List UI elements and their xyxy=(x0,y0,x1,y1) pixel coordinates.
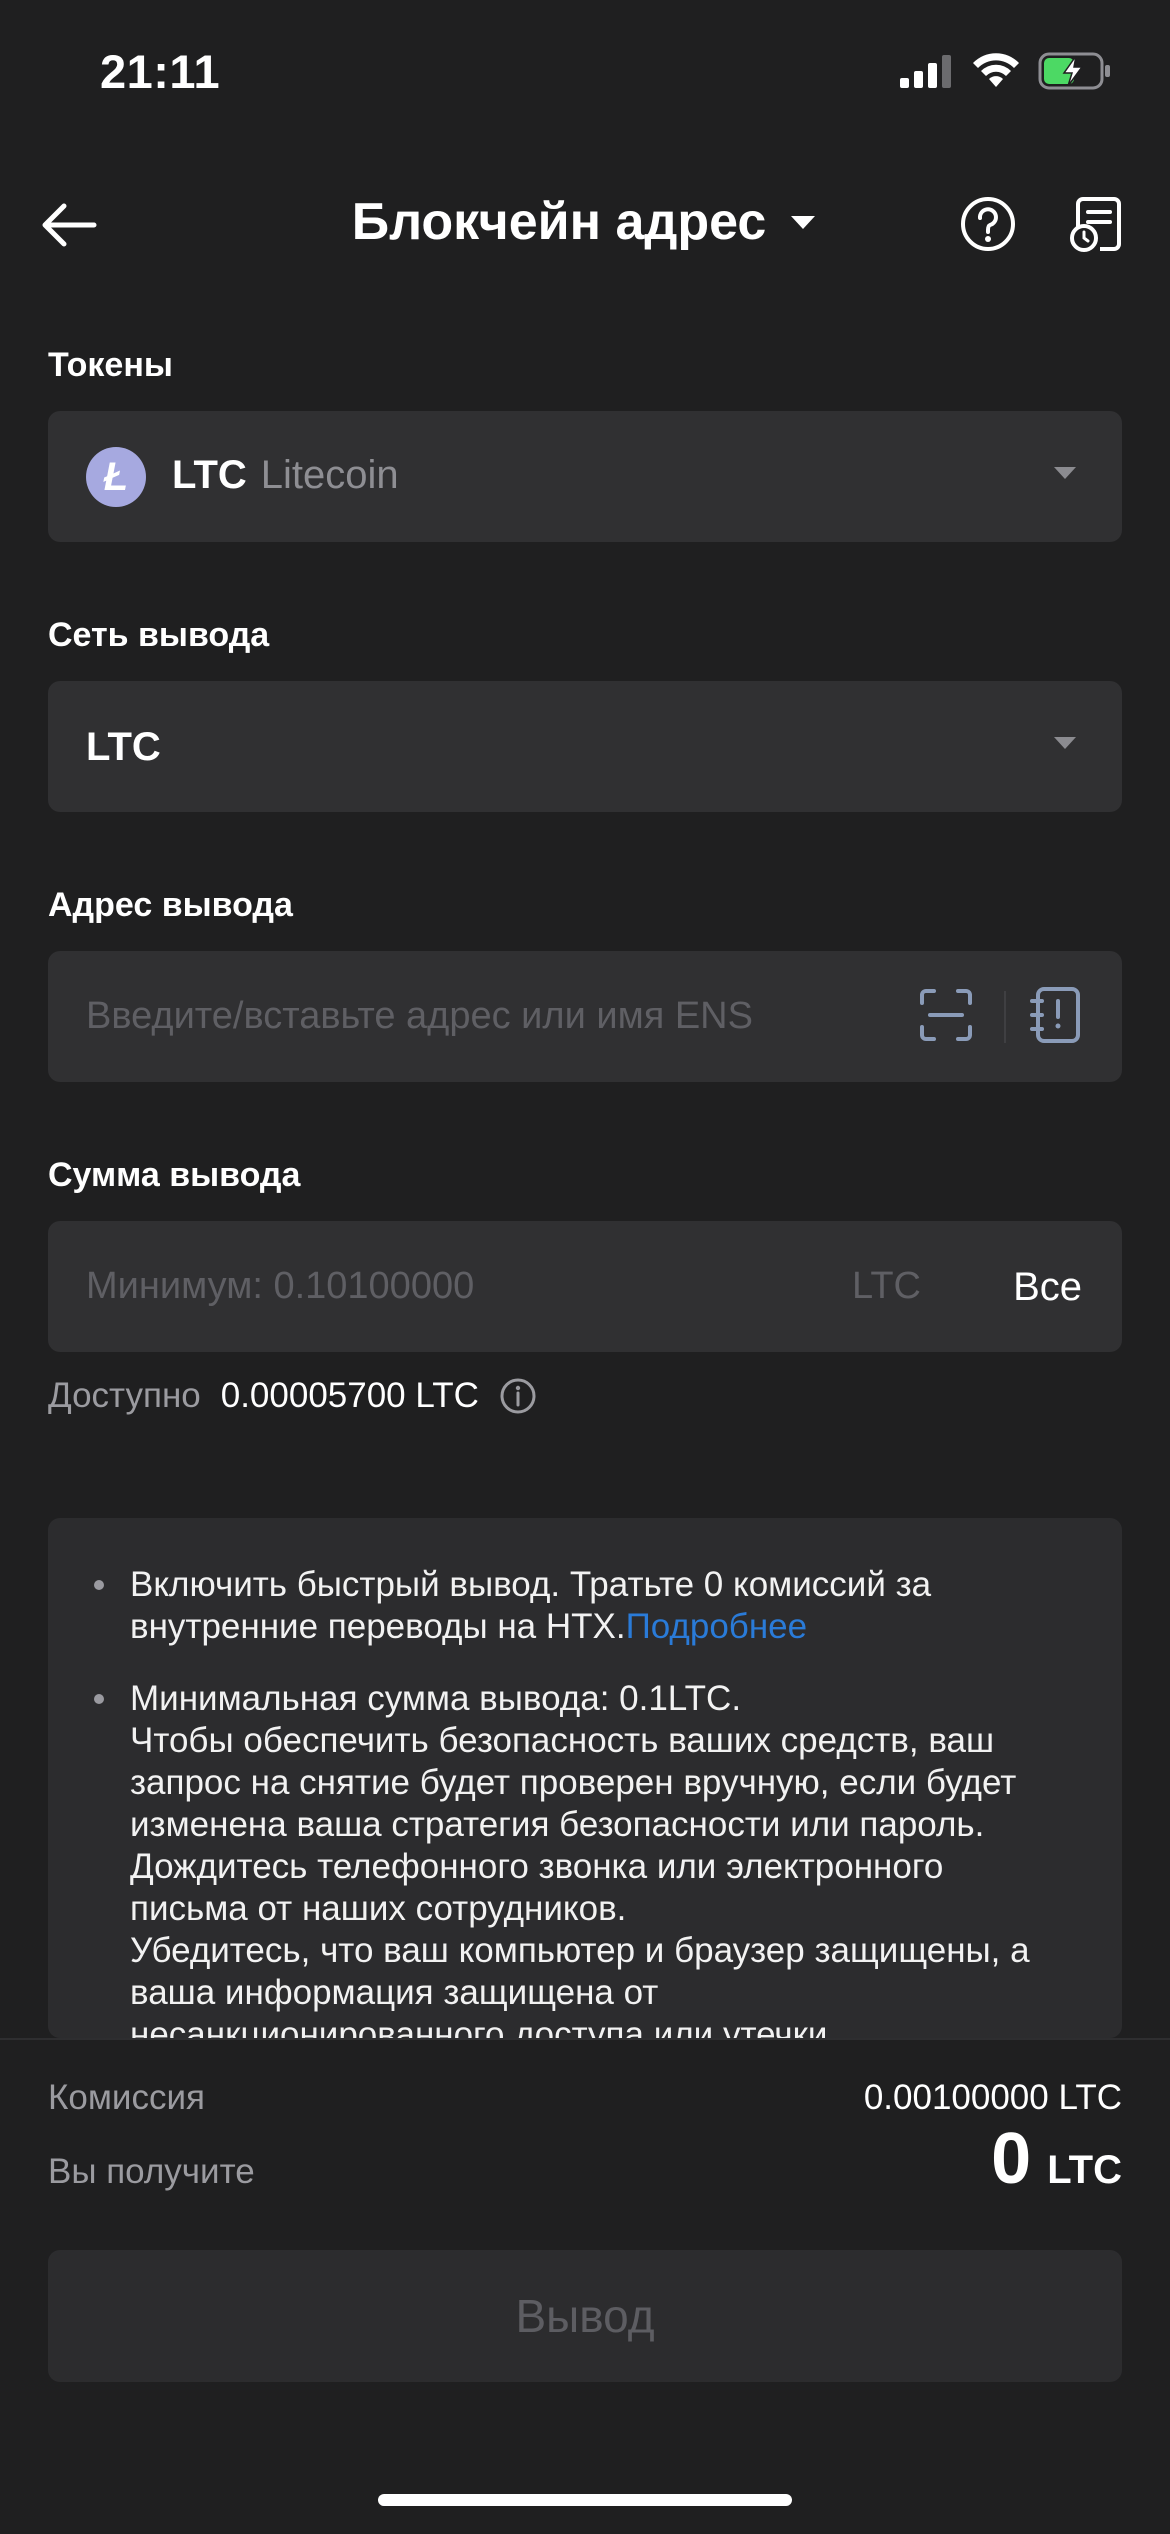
help-icon[interactable] xyxy=(958,194,1018,254)
token-name: Litecoin xyxy=(260,453,399,497)
battery-charging-icon xyxy=(1038,52,1110,90)
token-symbol: LTC xyxy=(172,453,247,497)
withdraw-summary-panel: Комиссия 0.00100000 LTC Вы получите 0 LT… xyxy=(0,2038,1170,2534)
tokens-label: Токены xyxy=(48,346,173,384)
status-icons xyxy=(898,52,1112,90)
notice-line: Дождитесь телефонного звонка или электро… xyxy=(130,1847,944,1886)
fee-row: Комиссия 0.00100000 LTC xyxy=(48,2078,1122,2118)
address-field[interactable]: Введите/вставьте адрес или имя ENS xyxy=(48,951,1122,1082)
network-type-dropdown[interactable]: Блокчейн адрес xyxy=(352,192,819,252)
receive-unit: LTC xyxy=(1047,2148,1122,2192)
amount-placeholder: Минимум: 0.10100000 xyxy=(86,1265,475,1307)
amount-field[interactable]: Минимум: 0.10100000 LTC Все xyxy=(48,1221,1122,1352)
caret-down-icon xyxy=(1054,467,1076,479)
notice-line: несанкционированного доступа или утечки. xyxy=(130,2015,838,2038)
notice-item-minimum: Минимальная сумма вывода: 0.1LTC. Чтобы … xyxy=(130,1678,1080,2038)
address-placeholder: Введите/вставьте адрес или имя ENS xyxy=(86,995,753,1037)
receive-value: 0 xyxy=(991,2119,1032,2199)
fee-label: Комиссия xyxy=(48,2078,205,2117)
cellular-signal-icon xyxy=(900,55,951,88)
available-value: 0.00005700 LTC xyxy=(220,1376,479,1415)
litecoin-icon: Ł xyxy=(86,447,146,507)
network-select[interactable]: LTC xyxy=(48,681,1122,812)
available-balance: Доступно 0.00005700 LTC xyxy=(48,1376,537,1416)
wifi-icon xyxy=(973,53,1019,87)
network-value: LTC xyxy=(86,725,161,769)
notice-line: письма от наших сотрудников. xyxy=(130,1889,627,1928)
notice-line: запрос на снятие будет проверен вручную,… xyxy=(130,1763,1017,1802)
receive-amount: 0 LTC xyxy=(991,2118,1122,2200)
caret-down-icon xyxy=(1054,737,1076,749)
token-value: LTC Litecoin xyxy=(172,453,399,498)
divider xyxy=(1004,991,1006,1043)
notice-line: Минимальная сумма вывода: 0.1LTC. xyxy=(130,1679,742,1718)
fee-value: 0.00100000 LTC xyxy=(863,2078,1122,2117)
notice-item-fast-withdrawal: Включить быстрый вывод. Тратьте 0 комисс… xyxy=(130,1564,1080,1648)
token-select[interactable]: Ł LTC Litecoin xyxy=(48,411,1122,542)
notice-line: Убедитесь, что ваш компьютер и браузер з… xyxy=(130,1931,1030,1970)
learn-more-link[interactable]: Подробнее xyxy=(626,1607,808,1646)
page-title: Блокчейн адрес xyxy=(351,193,767,251)
all-button[interactable]: Все xyxy=(1013,1265,1082,1310)
withdrawal-notice: Включить быстрый вывод. Тратьте 0 комисс… xyxy=(48,1518,1122,2038)
notice-line: изменена ваша стратегия безопасности или… xyxy=(130,1805,985,1844)
status-time: 21:11 xyxy=(100,45,221,98)
qr-scan-icon[interactable] xyxy=(918,987,974,1043)
address-label: Адрес вывода xyxy=(48,886,293,924)
bullet xyxy=(94,1694,104,1704)
chevron-down-icon xyxy=(791,216,816,229)
notice-line: Чтобы обеспечить безопасность ваших сред… xyxy=(130,1721,995,1760)
withdraw-button[interactable]: Вывод xyxy=(48,2250,1122,2382)
home-indicator[interactable] xyxy=(378,2494,792,2506)
receive-row: Вы получите 0 LTC xyxy=(48,2119,1122,2199)
info-icon[interactable] xyxy=(499,1377,537,1415)
receive-label: Вы получите xyxy=(48,2152,255,2191)
amount-unit: LTC xyxy=(852,1265,921,1307)
notice-line: ваша информация защищена от xyxy=(130,1973,659,2012)
available-label: Доступно xyxy=(48,1376,201,1415)
amount-label: Сумма вывода xyxy=(48,1156,301,1194)
network-label: Сеть вывода xyxy=(48,616,270,654)
withdrawal-history-icon[interactable] xyxy=(1066,194,1126,254)
bullet xyxy=(94,1580,104,1590)
address-book-icon[interactable] xyxy=(1028,985,1084,1045)
notice-item-text: Включить быстрый вывод. Тратьте 0 комисс… xyxy=(130,1565,932,1646)
